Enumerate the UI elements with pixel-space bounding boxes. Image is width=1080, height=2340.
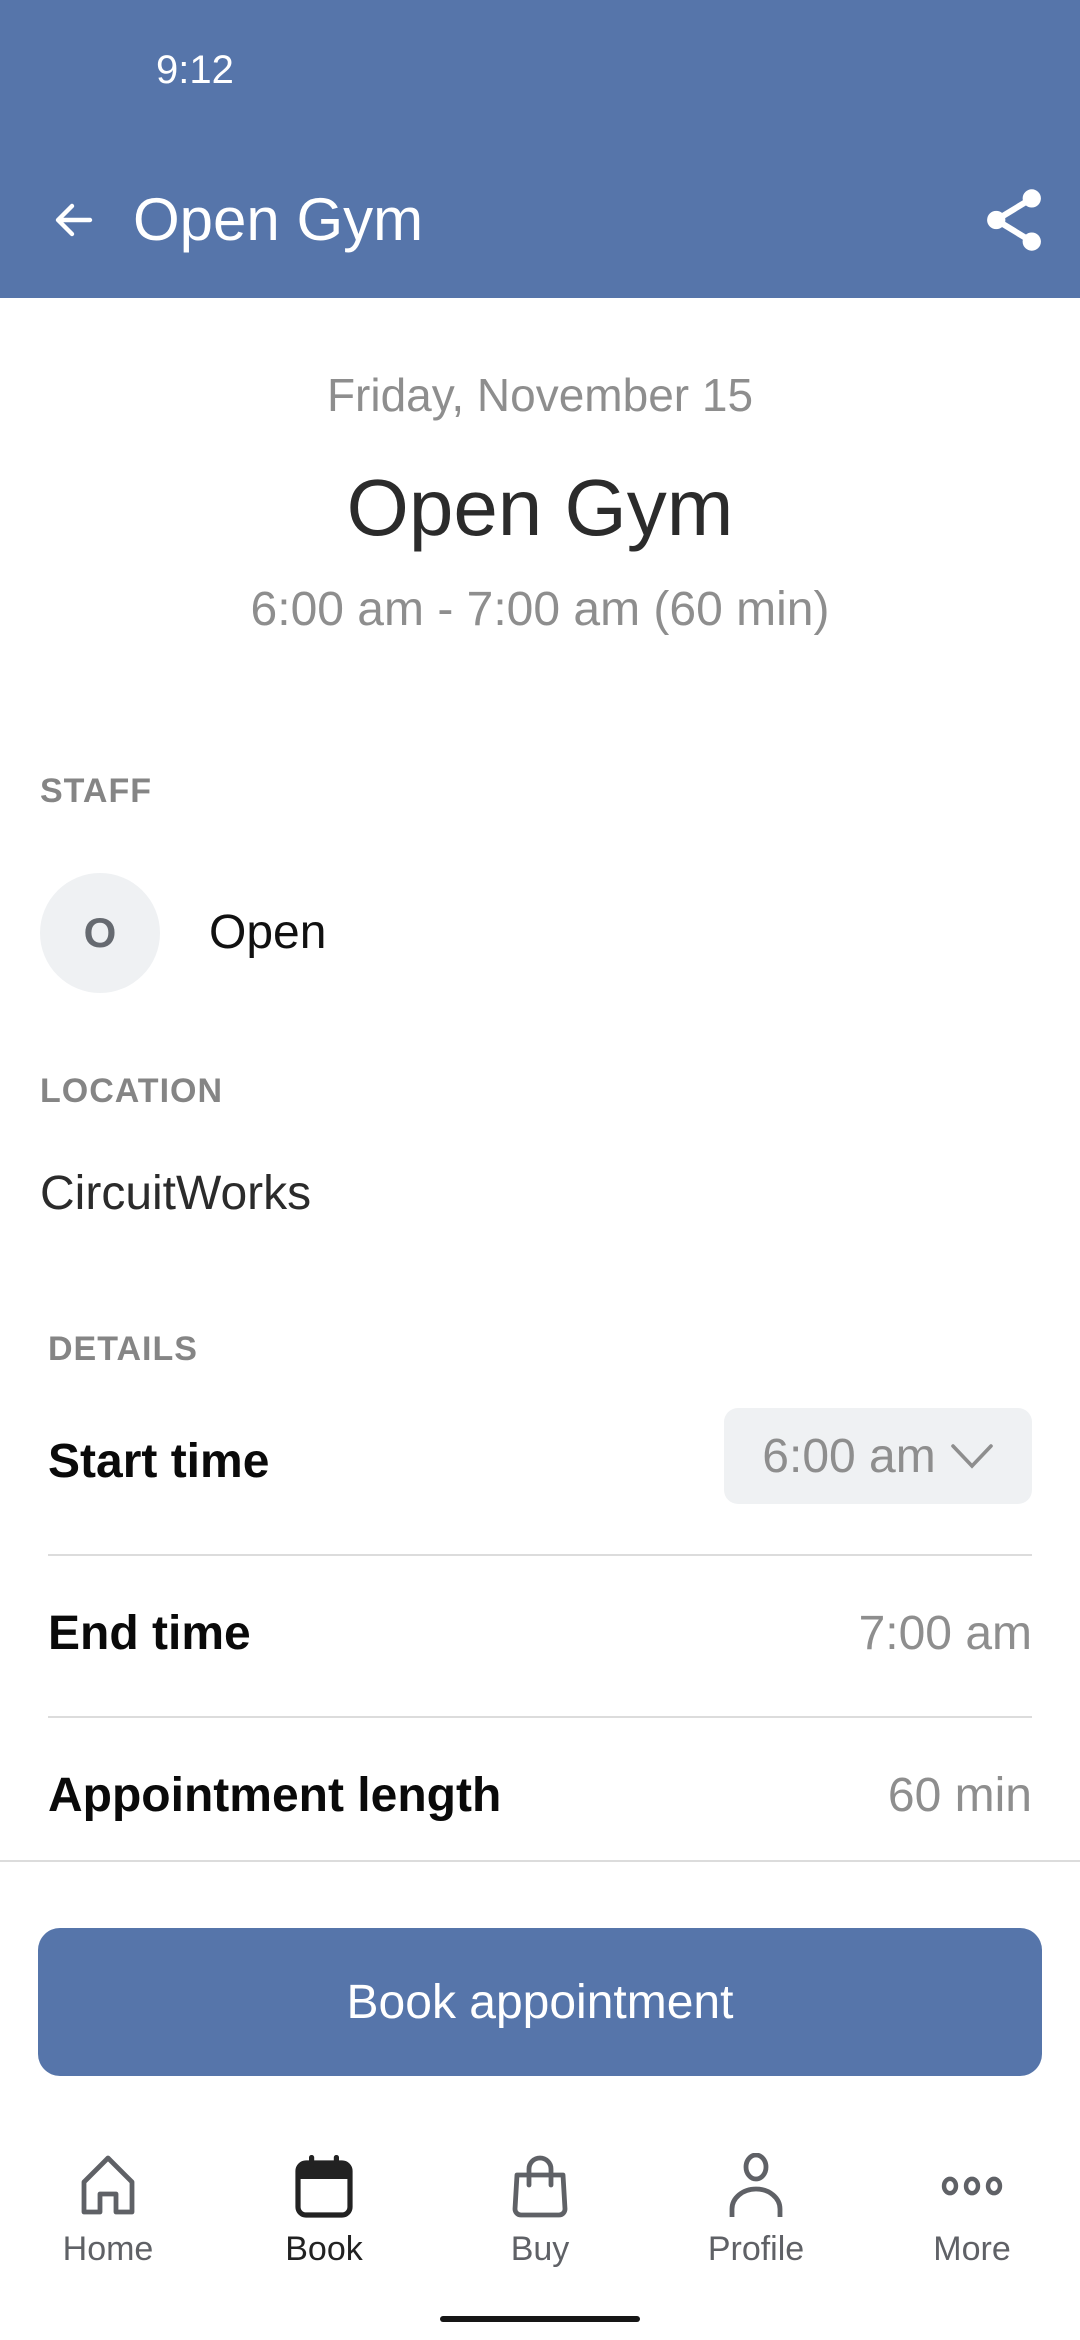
appointment-time-range: 6:00 am - 7:00 am (60 min) (250, 583, 830, 636)
detail-row-appointment-length: Appointment length 60 min (48, 1718, 1032, 1858)
app-bar: 9:12 Open Gym (0, 0, 1080, 298)
nav-label-more: More (933, 2230, 1011, 2268)
nav-label-home: Home (62, 2230, 154, 2268)
back-button[interactable] (44, 190, 104, 250)
book-appointment-button[interactable]: Book appointment (38, 1928, 1042, 2076)
staff-avatar: O (40, 873, 160, 993)
appointment-title: Open Gym (346, 463, 734, 552)
nav-label-book: Book (285, 2230, 363, 2268)
avatar-initial: O (83, 909, 117, 956)
chevron-down-icon (950, 1444, 993, 1469)
staff-section-label: STAFF (40, 772, 153, 810)
details-section-label: DETAILS (48, 1330, 198, 1368)
app-bar-title: Open Gym (133, 186, 424, 253)
arrow-left-icon (55, 203, 93, 237)
start-time-label: Start time (48, 1435, 270, 1488)
divider (0, 1860, 1080, 1862)
detail-row-start-time: Start time 6:00 am (48, 1408, 1032, 1556)
status-bar-time: 9:12 (156, 48, 234, 92)
more-dots-icon (941, 2176, 1003, 2196)
nav-item-buy[interactable]: Buy (432, 2150, 648, 2290)
end-time-value: 7:00 am (858, 1607, 1032, 1660)
person-icon (729, 2153, 783, 2217)
nav-item-book[interactable]: Book (216, 2150, 432, 2290)
home-icon (81, 2155, 135, 2215)
appointment-date: Friday, November 15 (326, 369, 754, 421)
bottom-nav: Home Book Buy Profile More (0, 2150, 1080, 2290)
nav-item-profile[interactable]: Profile (648, 2150, 864, 2290)
nav-item-home[interactable]: Home (0, 2150, 216, 2290)
start-time-value: 6:00 am (762, 1429, 936, 1483)
nav-label-profile: Profile (707, 2230, 805, 2268)
start-time-select[interactable]: 6:00 am (724, 1408, 1032, 1504)
location-value: CircuitWorks (40, 1167, 312, 1220)
shopping-bag-icon (512, 2155, 568, 2218)
end-time-label: End time (48, 1607, 251, 1660)
detail-row-end-time: End time 7:00 am (48, 1556, 1032, 1718)
nav-item-more[interactable]: More (864, 2150, 1080, 2290)
home-indicator[interactable] (440, 2316, 640, 2322)
location-section-label: LOCATION (40, 1072, 224, 1110)
share-button[interactable] (978, 184, 1050, 256)
staff-name: Open (209, 906, 327, 959)
calendar-icon (295, 2155, 353, 2218)
nav-label-buy: Buy (510, 2230, 570, 2268)
appointment-length-label: Appointment length (48, 1769, 502, 1822)
appointment-length-value: 60 min (887, 1769, 1032, 1822)
share-icon (987, 189, 1041, 251)
